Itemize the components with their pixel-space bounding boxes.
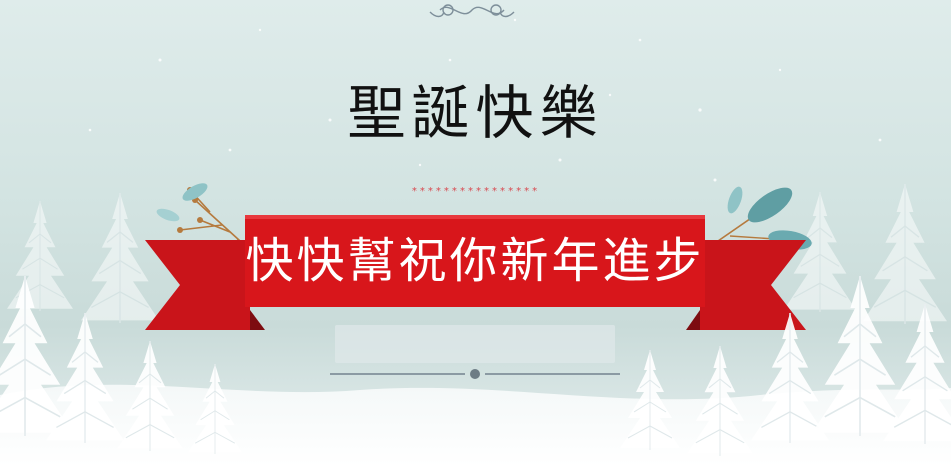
star-divider: **************** <box>411 186 540 197</box>
flourish-icon <box>429 4 515 18</box>
card-title: 聖誕快樂 <box>347 79 604 147</box>
christmas-card: 聖誕快樂 **************** 快快幫祝你新年進步 <box>0 0 951 466</box>
subtitle-plaque <box>335 325 615 363</box>
divider-ornament <box>330 369 620 379</box>
banner-greeting: 快快幫祝你新年進步 <box>245 233 705 289</box>
